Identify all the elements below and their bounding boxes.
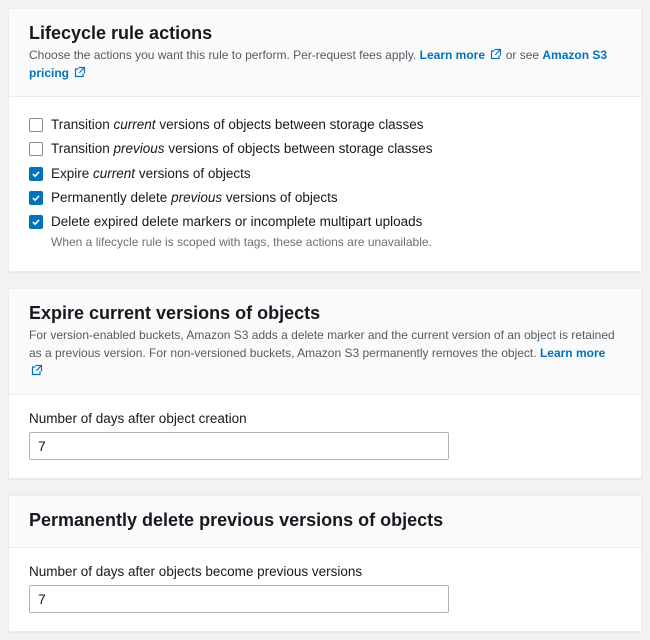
panel-subtitle: Choose the actions you want this rule to… [29, 46, 621, 82]
checkbox-label-wrap: Transition previous versions of objects … [51, 139, 432, 159]
checkbox-label[interactable]: Transition current versions of objects b… [51, 117, 423, 132]
panel-subtitle: For version-enabled buckets, Amazon S3 a… [29, 326, 621, 380]
checkbox[interactable] [29, 142, 43, 156]
checkbox-label[interactable]: Expire current versions of objects [51, 166, 251, 181]
panel-header: Permanently delete previous versions of … [9, 496, 641, 548]
checkbox-row: Transition previous versions of objects … [29, 137, 621, 161]
checkbox[interactable] [29, 191, 43, 205]
panel-header: Lifecycle rule actions Choose the action… [9, 9, 641, 97]
external-link-icon [31, 364, 43, 376]
panel-title: Expire current versions of objects [29, 303, 621, 324]
external-link-icon [74, 66, 86, 78]
panel-body: Transition current versions of objects b… [9, 97, 641, 271]
checkbox-label[interactable]: Transition previous versions of objects … [51, 141, 432, 156]
panel-title: Lifecycle rule actions [29, 23, 621, 44]
checkbox-row: Delete expired delete markers or incompl… [29, 210, 621, 253]
field-label: Number of days after objects become prev… [29, 564, 621, 579]
checkbox-row: Transition current versions of objects b… [29, 113, 621, 137]
subtitle-text: Choose the actions you want this rule to… [29, 48, 420, 62]
days-after-creation-input[interactable] [29, 432, 449, 460]
checkbox-label-wrap: Permanently delete previous versions of … [51, 188, 338, 208]
subtitle-text: For version-enabled buckets, Amazon S3 a… [29, 328, 615, 360]
panel-body: Number of days after objects become prev… [9, 548, 641, 631]
expire-current-panel: Expire current versions of objects For v… [8, 288, 642, 479]
checkbox-label-wrap: Delete expired delete markers or incompl… [51, 212, 432, 251]
checkbox-label-wrap: Expire current versions of objects [51, 164, 251, 184]
checkbox[interactable] [29, 167, 43, 181]
panel-body: Number of days after object creation [9, 395, 641, 478]
or-see-text: or see [506, 48, 543, 62]
checkbox[interactable] [29, 118, 43, 132]
checkbox-row: Permanently delete previous versions of … [29, 186, 621, 210]
checkbox[interactable] [29, 215, 43, 229]
panel-header: Expire current versions of objects For v… [9, 289, 641, 395]
external-link-icon [490, 48, 502, 60]
field-label: Number of days after object creation [29, 411, 621, 426]
days-after-previous-input[interactable] [29, 585, 449, 613]
checkbox-hint: When a lifecycle rule is scoped with tag… [51, 233, 432, 251]
checkbox-label-wrap: Transition current versions of objects b… [51, 115, 423, 135]
checkbox-label[interactable]: Permanently delete previous versions of … [51, 190, 338, 205]
checkbox-row: Expire current versions of objects [29, 162, 621, 186]
lifecycle-rule-actions-panel: Lifecycle rule actions Choose the action… [8, 8, 642, 272]
delete-previous-panel: Permanently delete previous versions of … [8, 495, 642, 632]
panel-title: Permanently delete previous versions of … [29, 510, 621, 531]
checkbox-label[interactable]: Delete expired delete markers or incompl… [51, 214, 422, 229]
learn-more-link[interactable]: Learn more [420, 48, 503, 62]
